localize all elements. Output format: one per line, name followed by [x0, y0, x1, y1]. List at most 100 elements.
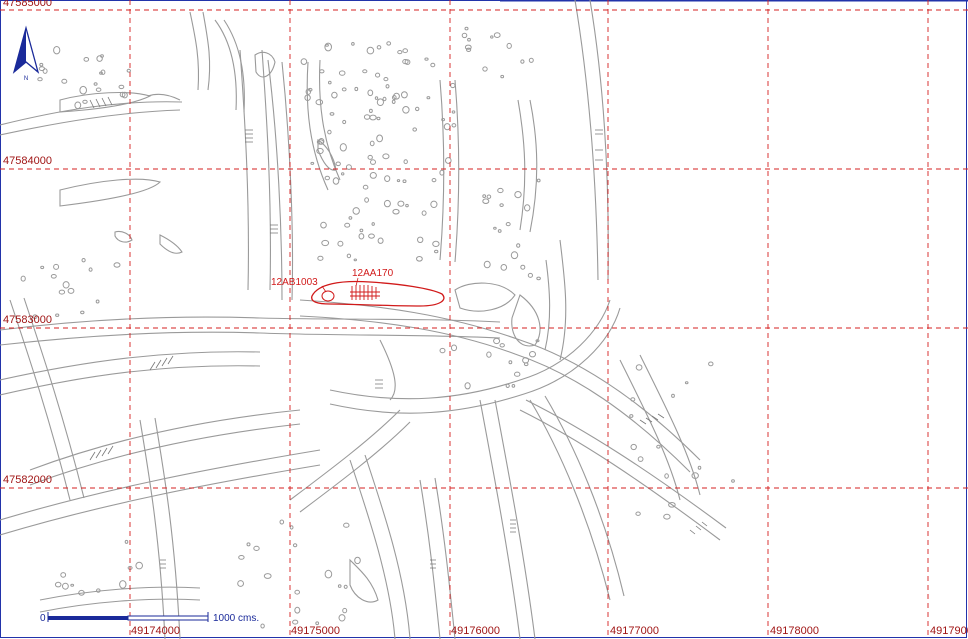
pit-feature — [341, 172, 345, 176]
pit-feature — [292, 619, 299, 625]
pit-feature — [430, 62, 436, 68]
pit-feature — [55, 313, 60, 317]
pit-feature — [493, 337, 501, 345]
pit-feature — [483, 260, 491, 269]
pit-feature — [629, 414, 634, 418]
pit-feature — [684, 381, 689, 385]
scale-bar: 0 1000 cms. — [40, 612, 259, 624]
pit-feature — [377, 237, 384, 244]
pit-feature — [354, 556, 361, 565]
feature-label-12aa170[interactable]: 12AA170 — [352, 268, 394, 279]
pit-feature — [135, 561, 143, 570]
pit-feature — [434, 249, 439, 254]
pit-feature — [376, 116, 381, 121]
pit-feature — [324, 569, 333, 579]
pit-feature — [54, 581, 62, 588]
pit-feature — [95, 87, 102, 92]
pit-feature — [369, 108, 373, 114]
pit-feature — [385, 84, 390, 89]
easting-label: 49177000 — [610, 625, 659, 637]
pit-feature — [671, 393, 675, 398]
pit-feature — [93, 82, 98, 86]
pit-feature — [499, 343, 505, 348]
pit-feature — [482, 194, 487, 199]
pit-feature — [124, 539, 129, 544]
pit-feature — [482, 198, 490, 204]
pit-feature — [342, 607, 348, 614]
pit-feature — [493, 32, 501, 38]
feature-layer — [0, 0, 727, 639]
northing-label: 47582000 — [3, 474, 52, 486]
pit-feature — [511, 384, 516, 388]
pit-feature — [79, 85, 87, 95]
pit-feature — [415, 106, 420, 112]
pit-feature — [38, 66, 46, 71]
pit-feature — [524, 204, 531, 212]
highlighted-feature-group[interactable]: 12AB1003 12AA170 — [271, 268, 445, 307]
pit-feature — [260, 623, 265, 629]
pit-feature — [53, 263, 60, 270]
pit-feature — [319, 69, 325, 74]
pit-feature — [663, 513, 671, 520]
highlight-hatching — [350, 285, 380, 300]
highlight-pit-outline[interactable] — [321, 290, 335, 302]
pit-feature — [486, 194, 492, 199]
pit-feature — [292, 543, 298, 548]
pit-feature — [482, 66, 488, 72]
pit-feature — [461, 32, 468, 39]
pit-feature — [397, 50, 403, 55]
pit-feature — [80, 310, 85, 315]
pit-feature — [329, 112, 335, 116]
pit-feature — [367, 89, 374, 97]
pit-feature — [451, 123, 457, 128]
pit-feature — [346, 253, 352, 259]
pit-feature — [505, 222, 511, 227]
north-arrow-icon: N — [12, 25, 40, 82]
pit-feature — [375, 72, 381, 78]
pit-feature — [345, 164, 352, 170]
pit-feature — [358, 233, 365, 240]
easting-label: 49174000 — [131, 625, 180, 637]
pit-feature — [637, 456, 644, 462]
pit-feature — [343, 584, 348, 589]
pit-feature — [656, 444, 661, 449]
scale-bar-segment — [48, 616, 128, 620]
feature-label-12ab1003[interactable]: 12AB1003 — [271, 277, 318, 288]
pit-feature — [376, 98, 384, 106]
pit-feature — [238, 555, 245, 560]
pit-feature — [664, 473, 669, 479]
pit-feature — [391, 99, 396, 105]
pit-feature — [341, 87, 347, 92]
pit-feature — [317, 255, 324, 261]
pit-feature — [263, 573, 272, 579]
northing-label: 47584000 — [3, 155, 52, 167]
pit-feature — [490, 35, 494, 39]
pit-feature — [397, 200, 405, 207]
pit-feature — [40, 265, 45, 270]
pit-feature — [58, 289, 66, 295]
easting-label: 49179000 — [930, 625, 968, 637]
pit-feature — [332, 177, 340, 185]
pit-feature — [338, 70, 346, 76]
pit-feature — [416, 256, 423, 262]
pit-feature — [396, 179, 401, 183]
pit-feature — [352, 207, 360, 215]
pit-feature — [374, 96, 379, 100]
pit-feature — [253, 545, 260, 552]
pit-feature — [60, 572, 67, 578]
pit-feature — [369, 114, 377, 121]
pit-feature — [300, 58, 308, 65]
pit-feature — [500, 264, 508, 271]
pit-feature — [450, 344, 458, 352]
pit-feature — [362, 184, 369, 190]
pit-feature — [70, 583, 75, 587]
pit-feature — [362, 69, 368, 74]
map-canvas[interactable]: 49174000 49175000 49176000 49177000 4917… — [0, 0, 968, 639]
pit-feature — [405, 203, 409, 208]
pit-feature — [327, 129, 332, 135]
pit-feature — [421, 210, 427, 216]
pit-feature — [37, 77, 43, 82]
pit-feature — [520, 264, 526, 270]
pit-feature — [237, 580, 245, 587]
pit-feature — [500, 74, 505, 79]
